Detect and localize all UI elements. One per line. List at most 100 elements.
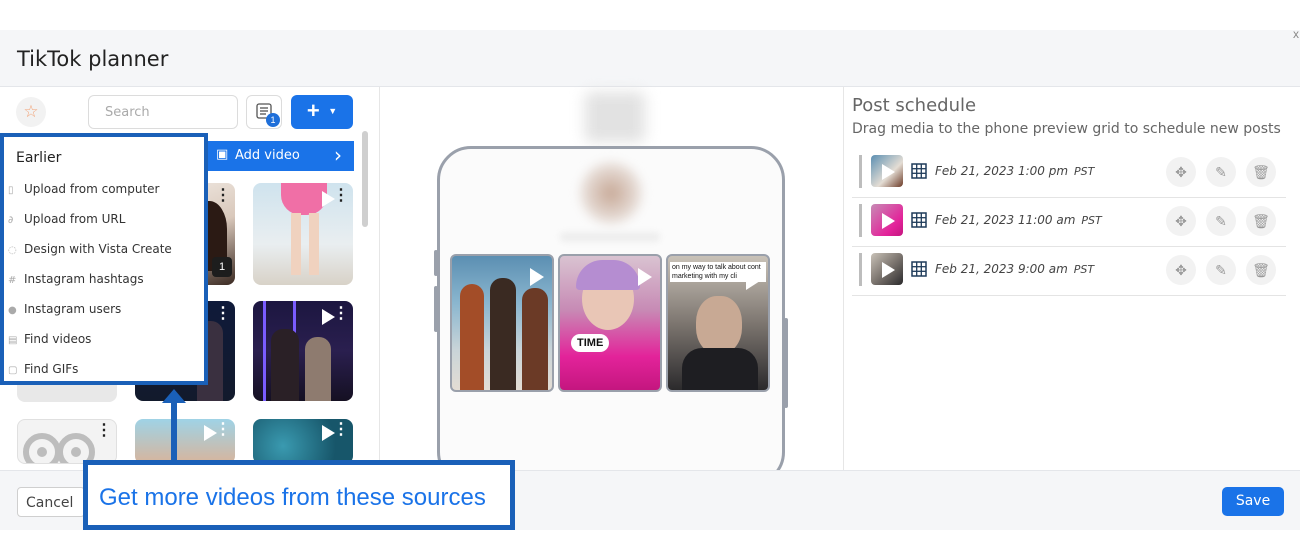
carousel-count-badge: 1	[212, 257, 232, 277]
schedule-title: Post schedule	[852, 95, 977, 116]
trash-icon[interactable]: 🗑	[1246, 255, 1276, 285]
edit-pencil-icon[interactable]: ✎	[1206, 206, 1236, 236]
play-icon	[882, 213, 895, 229]
more-options-icon[interactable]: ⋮	[96, 420, 112, 440]
phone-side-button	[434, 286, 438, 332]
menu-item-instagram-hashtags[interactable]: # Instagram hashtags	[8, 272, 144, 286]
more-options-icon[interactable]: ⋮	[215, 185, 231, 205]
edit-pencil-icon[interactable]: ✎	[1206, 255, 1236, 285]
add-plus-label: +	[306, 98, 320, 123]
schedule-row[interactable]: Feb 21, 2023 9:00 am PST ✥ ✎ 🗑	[852, 247, 1286, 296]
media-thumbnail[interactable]: ⋮	[253, 419, 353, 464]
more-options-icon[interactable]: ⋮	[333, 419, 349, 439]
profile-avatar	[580, 162, 642, 224]
row-drag-bar	[859, 253, 862, 286]
media-scrollbar[interactable]	[362, 131, 368, 227]
more-options-icon[interactable]: ⋮	[215, 303, 231, 323]
menu-item-vista-create[interactable]: ◌ Design with Vista Create	[8, 242, 172, 256]
more-options-icon[interactable]: ⋮	[333, 185, 349, 205]
thumbnail-light	[263, 301, 266, 401]
add-media-button[interactable]: + ▼	[291, 95, 353, 129]
search-input[interactable]: Search	[88, 95, 238, 129]
trash-icon[interactable]: 🗑	[1246, 206, 1276, 236]
phone-side-button	[434, 250, 438, 276]
preview-grid-post[interactable]	[450, 254, 554, 392]
more-options-icon[interactable]: ⋮	[215, 419, 231, 439]
media-thumbnail[interactable]: ⋮	[253, 183, 353, 285]
preview-grid-post[interactable]	[558, 254, 662, 392]
menu-item-upload-computer[interactable]: ▯ Upload from computer	[8, 182, 159, 196]
move-icon[interactable]: ✥	[1166, 206, 1196, 236]
hashtag-icon: #	[8, 275, 17, 286]
grid-icon	[911, 212, 927, 228]
thumbnail-suit	[682, 348, 758, 390]
filter-button[interactable]: 1	[246, 95, 282, 129]
move-icon[interactable]: ✥	[1166, 157, 1196, 187]
play-icon	[882, 164, 895, 180]
media-thumbnail[interactable]	[17, 385, 117, 402]
media-thumbnail[interactable]: ⋮	[253, 301, 353, 401]
dropdown-title: Earlier	[16, 150, 62, 166]
preview-grid-post[interactable]: on my way to talk about cont marketing w…	[666, 254, 770, 392]
callout-text: Get more videos from these sources	[99, 484, 486, 511]
play-icon	[530, 268, 544, 286]
menu-item-find-gifs[interactable]: ▢ Find GIFs	[8, 362, 78, 376]
media-thumbnail[interactable]: ⋮	[17, 419, 117, 464]
thumbnail-figure	[305, 337, 331, 401]
file-icon: ▯	[8, 185, 14, 196]
video-plus-icon: ▣	[216, 147, 229, 162]
video-icon: ▤	[8, 335, 18, 346]
cancel-button[interactable]: Cancel	[17, 487, 85, 517]
schedule-datetime: Feb 21, 2023 11:00 am PST	[935, 213, 1102, 227]
video-text-overlay: TIME	[571, 334, 610, 352]
schedule-subtitle: Drag media to the phone preview grid to …	[852, 121, 1281, 137]
scheduled-thumbnail	[871, 204, 903, 236]
thumbnail-figure	[271, 329, 299, 401]
add-video-bar[interactable]: ▣ Add video ›	[208, 141, 354, 171]
thumbnail-figure	[460, 284, 484, 390]
thumbnail-figure	[522, 288, 548, 390]
thumbnail-hair	[576, 260, 640, 290]
play-icon	[882, 262, 895, 278]
callout-arrowhead	[162, 389, 186, 403]
play-icon	[638, 268, 652, 286]
user-icon: ●	[8, 305, 17, 316]
modal-header: TikTok planner	[0, 30, 1300, 87]
edit-pencil-icon[interactable]: ✎	[1206, 157, 1236, 187]
scheduled-thumbnail	[871, 253, 903, 285]
menu-item-upload-url[interactable]: ∂ Upload from URL	[8, 212, 125, 226]
favorites-star-icon[interactable]: ☆	[16, 97, 46, 127]
thumbnail-leg	[291, 213, 301, 275]
chevron-right-icon: ›	[334, 143, 342, 167]
add-media-dropdown: Earlier ▯ Upload from computer ∂ Upload fr…	[0, 133, 208, 385]
thumbnail-leg	[309, 213, 319, 275]
filter-count-badge: 1	[266, 113, 280, 127]
schedule-row[interactable]: Feb 21, 2023 11:00 am PST ✥ ✎ 🗑	[852, 198, 1286, 247]
schedule-row[interactable]: Feb 21, 2023 1:00 pm PST ✥ ✎ 🗑	[852, 149, 1286, 198]
schedule-datetime: Feb 21, 2023 1:00 pm PST	[935, 164, 1095, 178]
grid-icon	[911, 163, 927, 179]
owl-logo-icon	[23, 433, 95, 463]
phone-side-button	[784, 318, 788, 408]
row-drag-bar	[859, 204, 862, 237]
trash-icon[interactable]: 🗑	[1246, 157, 1276, 187]
profile-name-placeholder	[560, 232, 660, 242]
search-placeholder: Search	[105, 105, 150, 120]
menu-item-find-videos[interactable]: ▤ Find videos	[8, 332, 91, 346]
thumbnail-face	[696, 296, 742, 354]
save-button[interactable]: Save	[1222, 487, 1284, 516]
thumbnail-skirt	[281, 183, 327, 215]
thumbnail-figure	[490, 278, 516, 390]
close-icon[interactable]: x	[1293, 27, 1299, 41]
callout-stem	[171, 402, 177, 462]
media-thumbnail[interactable]: ⋮	[135, 419, 235, 464]
link-icon: ∂	[8, 215, 14, 226]
more-options-icon[interactable]: ⋮	[333, 303, 349, 323]
annotation-callout: Get more videos from these sources	[83, 460, 515, 530]
add-video-label: Add video	[235, 148, 300, 163]
menu-item-instagram-users[interactable]: ● Instagram users	[8, 302, 121, 316]
chevron-down-icon: ▼	[328, 106, 338, 116]
modal-title: TikTok planner	[17, 47, 169, 71]
scheduled-thumbnail	[871, 155, 903, 187]
move-icon[interactable]: ✥	[1166, 255, 1196, 285]
